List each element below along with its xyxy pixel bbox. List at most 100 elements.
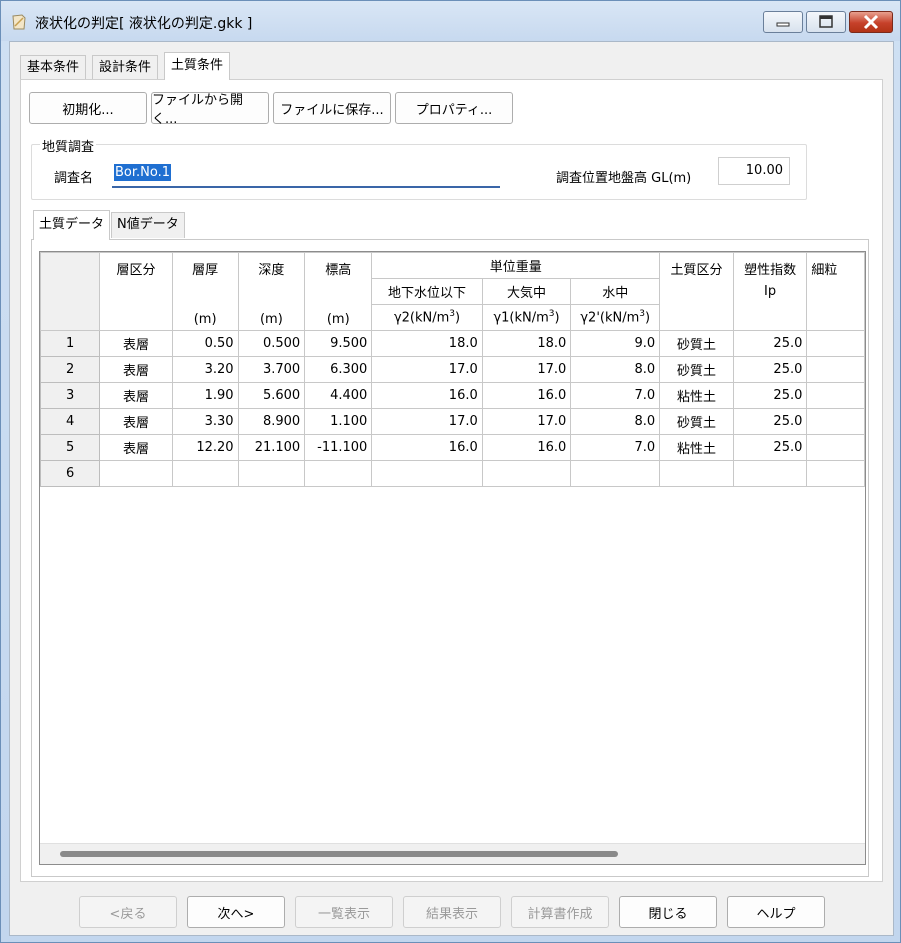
table-row[interactable]: 4 表層 3.30 8.900 1.100 17.0 17.0 8.0 砂質土 25.0 xyxy=(40,408,865,435)
row-header[interactable]: 4 xyxy=(40,408,101,435)
cell-soil[interactable]: 砂質土 xyxy=(659,356,734,383)
cell-layer[interactable]: 表層 xyxy=(99,434,173,461)
cell-g2[interactable]: 16.0 xyxy=(371,382,483,409)
cell-thickness[interactable]: 0.50 xyxy=(171,330,239,357)
soil-data-grid[interactable]: 層区分 層厚 (m) 深度 (m) 標高 (m) 単位重量 土質区分 塑性指数 Ip 細… xyxy=(39,251,866,865)
cell-layer[interactable]: 表層 xyxy=(99,408,173,435)
table-row[interactable]: 6 xyxy=(40,460,865,487)
cell-fine[interactable] xyxy=(806,434,865,461)
cell-pi[interactable]: 25.0 xyxy=(732,382,808,409)
close-window-button[interactable] xyxy=(849,11,893,33)
cell-g1[interactable]: 16.0 xyxy=(481,434,572,461)
cell-soil[interactable]: 砂質土 xyxy=(659,330,734,357)
result-view-button[interactable]: 結果表示 xyxy=(403,896,501,928)
cell-elev[interactable]: 4.400 xyxy=(304,382,373,409)
cell-g2[interactable]: 17.0 xyxy=(371,408,483,435)
cell-fine[interactable] xyxy=(806,408,865,435)
header-depth[interactable]: 深度 (m) xyxy=(237,252,306,331)
cell-depth[interactable] xyxy=(237,460,306,487)
cell-layer[interactable]: 表層 xyxy=(99,330,173,357)
header-elev[interactable]: 標高 (m) xyxy=(304,252,373,331)
cell-fine[interactable] xyxy=(806,460,865,487)
cell-soil[interactable]: 粘性土 xyxy=(659,382,734,409)
header-soil[interactable]: 土質区分 xyxy=(659,252,734,331)
cell-depth[interactable]: 0.500 xyxy=(237,330,306,357)
row-header[interactable]: 1 xyxy=(40,330,101,357)
open-file-button[interactable]: ファイルから開く... xyxy=(151,92,269,127)
cell-g2p[interactable]: 7.0 xyxy=(570,382,661,409)
cell-elev[interactable]: 1.100 xyxy=(304,408,373,435)
cell-soil[interactable]: 粘性土 xyxy=(659,434,734,461)
cell-g2p[interactable] xyxy=(570,460,661,487)
cell-g2[interactable] xyxy=(371,460,483,487)
minimize-button[interactable] xyxy=(763,11,803,33)
header-unit-weight[interactable]: 単位重量 xyxy=(371,252,661,279)
cell-pi[interactable]: 25.0 xyxy=(732,434,808,461)
tab-basic[interactable]: 基本条件 xyxy=(20,55,87,79)
header-fine[interactable]: 細粒 xyxy=(806,252,865,331)
tab-design[interactable]: 設計条件 xyxy=(92,55,159,79)
cell-layer[interactable]: 表層 xyxy=(99,382,173,409)
init-button[interactable]: 初期化... xyxy=(29,92,147,124)
table-row[interactable]: 2 表層 3.20 3.700 6.300 17.0 17.0 8.0 砂質土 25.0 xyxy=(40,356,865,383)
close-button[interactable]: 閉じる xyxy=(619,896,717,928)
cell-pi[interactable]: 25.0 xyxy=(732,356,808,383)
cell-soil[interactable] xyxy=(659,460,734,487)
row-header[interactable]: 2 xyxy=(40,356,101,383)
cell-thickness[interactable]: 1.90 xyxy=(171,382,239,409)
row-header[interactable]: 3 xyxy=(40,382,101,409)
gl-input[interactable]: 10.00 xyxy=(718,157,790,185)
header-gw-below[interactable]: 地下水位以下 xyxy=(371,278,483,305)
row-header[interactable]: 6 xyxy=(40,460,101,487)
header-thickness[interactable]: 層厚 (m) xyxy=(171,252,239,331)
table-row[interactable]: 1 表層 0.50 0.500 9.500 18.0 18.0 9.0 砂質土 25.0 xyxy=(40,330,865,357)
cell-layer[interactable] xyxy=(99,460,173,487)
table-row[interactable]: 3 表層 1.90 5.600 4.400 16.0 16.0 7.0 粘性土 25.0 xyxy=(40,382,865,409)
tab-soil-data[interactable]: 土質データ xyxy=(33,210,111,240)
tab-n-value-data[interactable]: N値データ xyxy=(111,212,185,238)
report-button[interactable]: 計算書作成 xyxy=(511,896,609,928)
row-header[interactable]: 5 xyxy=(40,434,101,461)
cell-g1[interactable]: 18.0 xyxy=(481,330,572,357)
next-button[interactable]: 次へ> xyxy=(187,896,285,928)
cell-soil[interactable]: 砂質土 xyxy=(659,408,734,435)
cell-g1[interactable]: 16.0 xyxy=(481,382,572,409)
cell-elev[interactable] xyxy=(304,460,373,487)
help-button[interactable]: ヘルプ xyxy=(727,896,825,928)
cell-thickness[interactable]: 3.30 xyxy=(171,408,239,435)
cell-g1[interactable]: 17.0 xyxy=(481,408,572,435)
cell-g2[interactable]: 17.0 xyxy=(371,356,483,383)
title-bar[interactable]: 液状化の判定[ 液状化の判定.gkk ] xyxy=(1,1,900,41)
cell-elev[interactable]: 9.500 xyxy=(304,330,373,357)
cell-pi[interactable] xyxy=(732,460,808,487)
cell-depth[interactable]: 8.900 xyxy=(237,408,306,435)
grid-corner[interactable] xyxy=(40,252,101,331)
cell-fine[interactable] xyxy=(806,382,865,409)
cell-elev[interactable]: 6.300 xyxy=(304,356,373,383)
cell-pi[interactable]: 25.0 xyxy=(732,408,808,435)
back-button[interactable]: <戻る xyxy=(79,896,177,928)
cell-elev[interactable]: -11.100 xyxy=(304,434,373,461)
save-file-button[interactable]: ファイルに保存... xyxy=(273,92,391,124)
cell-g2[interactable]: 18.0 xyxy=(371,330,483,357)
cell-depth[interactable]: 21.100 xyxy=(237,434,306,461)
survey-name-input[interactable]: Bor.No.1 xyxy=(112,160,500,188)
tab-soil[interactable]: 土質条件 xyxy=(164,52,231,80)
header-pi[interactable]: 塑性指数 Ip xyxy=(732,252,808,331)
header-water[interactable]: 水中 xyxy=(570,278,661,305)
header-layer[interactable]: 層区分 xyxy=(99,252,173,331)
cell-g2[interactable]: 16.0 xyxy=(371,434,483,461)
cell-thickness[interactable]: 12.20 xyxy=(171,434,239,461)
cell-thickness[interactable]: 3.20 xyxy=(171,356,239,383)
horizontal-scrollbar[interactable] xyxy=(40,843,865,864)
cell-g1[interactable]: 17.0 xyxy=(481,356,572,383)
header-air[interactable]: 大気中 xyxy=(481,278,572,305)
cell-fine[interactable] xyxy=(806,356,865,383)
cell-pi[interactable]: 25.0 xyxy=(732,330,808,357)
scrollbar-thumb[interactable] xyxy=(60,851,618,857)
cell-g2p[interactable]: 8.0 xyxy=(570,408,661,435)
cell-fine[interactable] xyxy=(806,330,865,357)
list-view-button[interactable]: 一覧表示 xyxy=(295,896,393,928)
cell-g2p[interactable]: 7.0 xyxy=(570,434,661,461)
cell-thickness[interactable] xyxy=(171,460,239,487)
